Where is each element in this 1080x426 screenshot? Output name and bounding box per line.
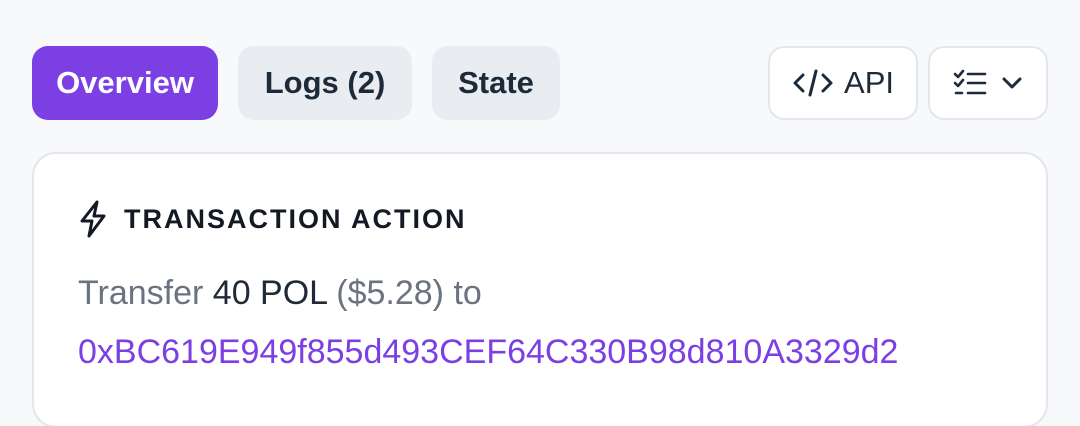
recipient-preposition: to	[453, 274, 482, 312]
tab-overview[interactable]: Overview	[32, 46, 218, 120]
tab-logs[interactable]: Logs (2)	[238, 46, 412, 120]
code-icon	[792, 68, 834, 98]
transaction-summary: Transfer 40 POL ($5.28) to	[78, 270, 482, 316]
card-header: TRANSACTION ACTION	[78, 200, 466, 238]
chevron-down-icon	[1001, 76, 1023, 90]
transaction-details-page: Overview Logs (2) State API TRANSACTION …	[0, 0, 1080, 426]
usd-value: ($5.28)	[336, 274, 445, 312]
transfer-amount: 40 POL	[212, 274, 327, 312]
view-options-button[interactable]	[928, 46, 1048, 120]
transaction-action-card: TRANSACTION ACTION Transfer 40 POL ($5.2…	[32, 152, 1048, 426]
recipient-address-link[interactable]: 0xBC619E949f855d493CEF64C330B98d810A3329…	[78, 329, 898, 375]
header-actions: API	[768, 46, 1048, 120]
tab-bar: Overview Logs (2) State	[32, 46, 560, 120]
api-button-label: API	[844, 65, 894, 100]
api-button[interactable]: API	[768, 46, 918, 120]
lightning-icon	[78, 200, 108, 238]
action-verb: Transfer	[78, 274, 204, 312]
checklist-icon	[953, 69, 987, 97]
tab-state[interactable]: State	[432, 46, 560, 120]
section-title: TRANSACTION ACTION	[124, 203, 467, 234]
